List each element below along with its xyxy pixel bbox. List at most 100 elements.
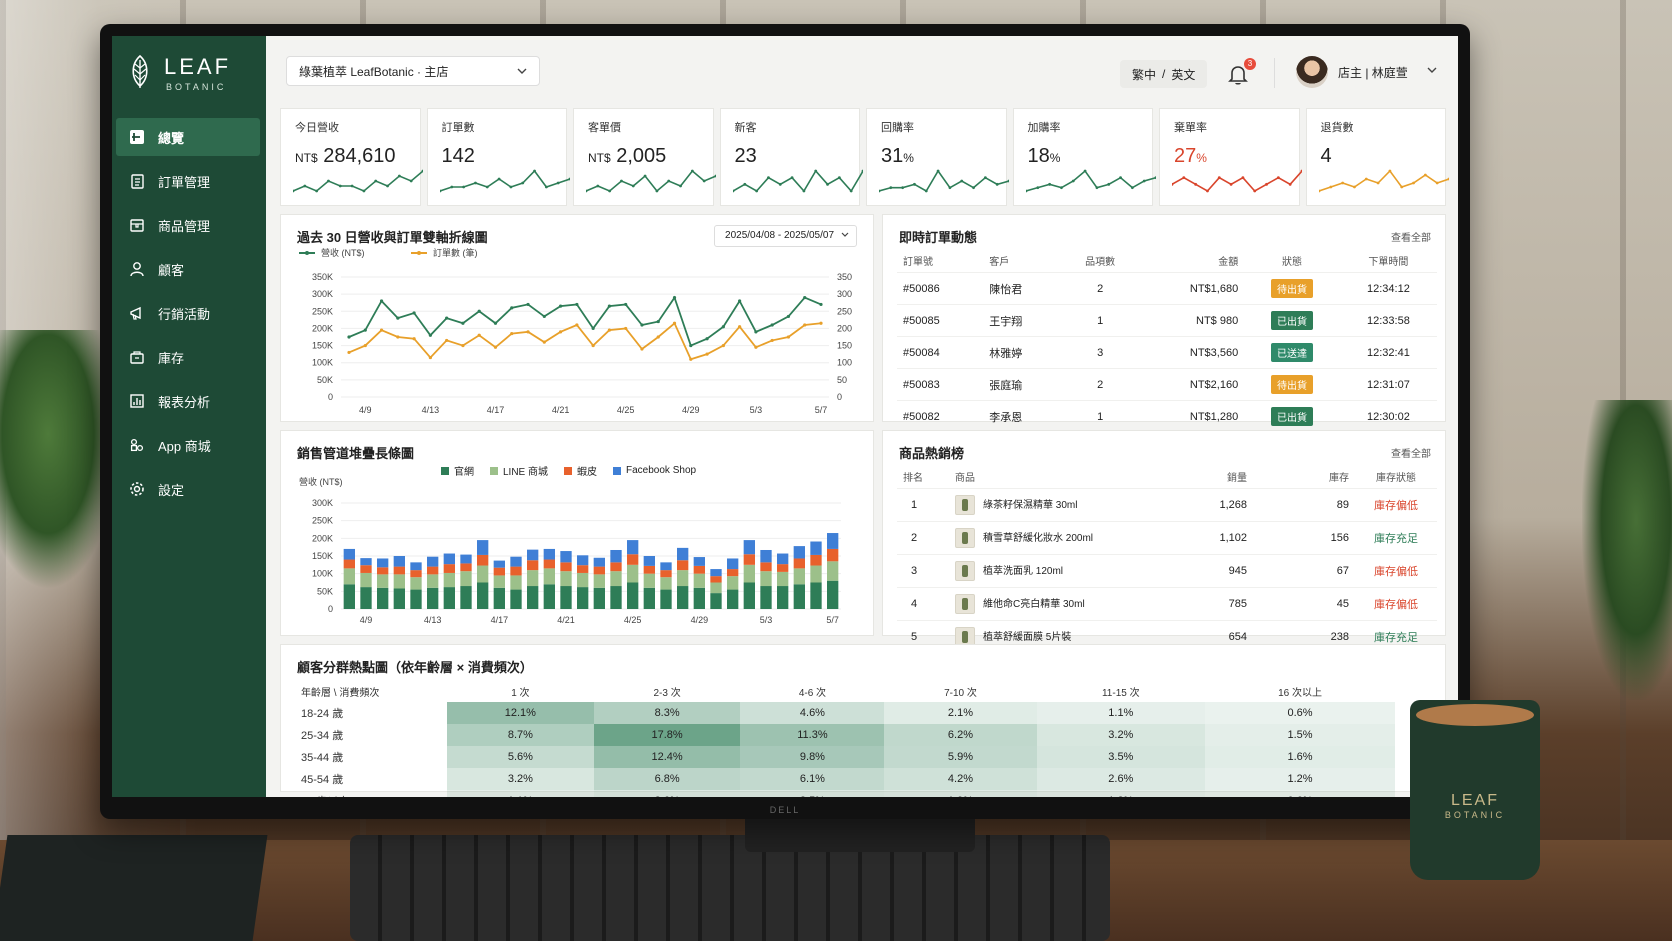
heatmap-cell[interactable]: 3.2%: [1036, 724, 1206, 746]
x-tick: 4/21: [557, 615, 575, 625]
product-name-cell[interactable]: 積雪草舒緩化妝水 200ml: [949, 521, 1171, 555]
table-row[interactable]: #50084 林雅婷 3 NT$3,560 已送達 12:32:41: [897, 336, 1437, 369]
kpi-card[interactable]: 今日營收 NT$ 284,610: [280, 108, 423, 206]
heatmap-cell[interactable]: 6.1%: [740, 768, 885, 790]
bar-segment-2: [643, 565, 655, 574]
heatmap-cell[interactable]: 4.6%: [740, 702, 885, 724]
heatmap-cell[interactable]: 8.7%: [447, 724, 594, 746]
language-switch[interactable]: 繁中 / 英文: [1120, 60, 1208, 88]
heatmap-row-label: 25-34 歲: [301, 730, 344, 742]
heatmap-cell[interactable]: 17.8%: [593, 724, 741, 746]
heatmap-cell[interactable]: 9.8%: [740, 746, 885, 768]
heatmap-cell[interactable]: 12.4%: [593, 746, 741, 768]
kpi-card[interactable]: 回購率 31%: [866, 108, 1009, 206]
sidebar-item-label: 總覽: [158, 130, 185, 146]
y-tick: 100K: [312, 569, 333, 579]
heatmap-cell[interactable]: 1.2%: [1036, 790, 1206, 797]
data-point: [607, 304, 612, 308]
table-row[interactable]: 1 綠茶籽保濕精華 30ml 1,268 89 庫存偏低: [897, 488, 1437, 522]
sidebar-item-2[interactable]: 商品管理: [116, 206, 260, 244]
sidebar-item-8[interactable]: 設定: [116, 470, 260, 508]
orders-view-all-link[interactable]: 查看全部: [1391, 229, 1431, 244]
product-name-cell[interactable]: 綠茶籽保濕精華 30ml: [949, 488, 1171, 522]
bar-segment-1: [560, 571, 572, 587]
avatar[interactable]: [1296, 56, 1328, 88]
revenue-legend: 營收 (NT$) 訂單數 (筆): [299, 247, 478, 258]
heatmap-cell[interactable]: 4.2%: [884, 768, 1037, 790]
store-selector[interactable]: 綠葉植萃 LeafBotanic · 主店: [286, 56, 540, 86]
sidebar-item-6[interactable]: 報表分析: [116, 382, 260, 420]
products-view-all-link[interactable]: 查看全部: [1391, 445, 1431, 460]
heatmap-cell[interactable]: 1.9%: [884, 790, 1037, 797]
heatmap-cell[interactable]: 2.5%: [740, 790, 885, 797]
order-id[interactable]: #50085: [897, 304, 984, 337]
heatmap-cell[interactable]: 6.8%: [593, 768, 741, 790]
order-id[interactable]: #50084: [897, 336, 984, 369]
sidebar-item-1[interactable]: 訂單管理: [116, 162, 260, 200]
bar-segment-3: [560, 551, 572, 563]
heatmap-cell[interactable]: 12.1%: [447, 702, 594, 724]
sidebar-item-3[interactable]: 顧客: [116, 250, 260, 288]
heatmap-cell[interactable]: 1.2%: [1205, 768, 1395, 790]
order-id[interactable]: #50082: [897, 400, 984, 433]
product-name-cell[interactable]: 維他命C亮白精華 30ml: [949, 587, 1171, 621]
lang-en[interactable]: 英文: [1171, 66, 1195, 83]
heatmap-cell[interactable]: 5.6%: [447, 746, 594, 768]
heatmap-cell[interactable]: 1.5%: [1205, 724, 1395, 746]
sparkline-point: [960, 179, 964, 183]
kpi-card[interactable]: 加購率 18%: [1012, 108, 1156, 206]
heatmap-cell[interactable]: 0.6%: [1205, 790, 1395, 797]
bar-segment-2: [677, 560, 689, 571]
heatmap-cell[interactable]: 8.3%: [593, 702, 741, 724]
kpi-card[interactable]: 客單價 NT$ 2,005: [573, 108, 716, 206]
order-id[interactable]: #50083: [897, 368, 984, 401]
kpi-card[interactable]: 退貨數 4: [1305, 108, 1449, 206]
sparkline-point: [1253, 189, 1257, 193]
kpi-suffix: %: [1049, 151, 1061, 165]
data-point: [738, 299, 742, 303]
sidebar-item-0[interactable]: 總覽: [116, 118, 260, 156]
chevron-down-icon[interactable]: [1426, 64, 1438, 76]
heatmap-cell[interactable]: 2.1%: [884, 702, 1037, 724]
heatmap-cell[interactable]: 1.6%: [1205, 746, 1395, 768]
heatmap-cell[interactable]: 2.6%: [593, 790, 741, 797]
user-name[interactable]: 店主 | 林庭萱: [1338, 64, 1408, 81]
sidebar-item-5[interactable]: 庫存: [116, 338, 260, 376]
bar-segment-2: [743, 554, 755, 565]
order-time: 12:31:07: [1339, 368, 1437, 401]
heatmap-cell[interactable]: 3.2%: [447, 768, 594, 790]
table-row[interactable]: #50082 李承恩 1 NT$1,280 已出貨 12:30:02: [897, 400, 1437, 433]
heatmap-row: 18-24 歲 12.1% 8.3% 4.6% 2.1% 1.1% 0.6%: [295, 702, 1395, 724]
heatmap-cell[interactable]: 0.6%: [1205, 702, 1395, 724]
table-row[interactable]: 2 積雪草舒緩化妝水 200ml 1,102 156 庫存充足: [897, 521, 1437, 555]
heatmap-cell[interactable]: 6.2%: [884, 724, 1037, 746]
lang-zh[interactable]: 繁中: [1132, 66, 1156, 83]
order-id[interactable]: #50086: [897, 272, 984, 305]
bar-segment-3: [727, 558, 739, 570]
heatmap-table: 年齡層 \ 消費頻次 1 次 2-3 次 4-6 次 7-10 次 11-15 次 16 …: [295, 681, 1395, 797]
heatmap-row-label: 35-44 歲: [301, 752, 344, 764]
table-row[interactable]: #50083 張庭瑜 2 NT$2,160 待出貨 12:31:07: [897, 368, 1437, 401]
bar-segment-1: [760, 571, 772, 587]
sparkline-point: [1047, 182, 1051, 186]
product-name-cell[interactable]: 植萃洗面乳 120ml: [949, 554, 1171, 588]
table-row[interactable]: #50085 王宇翔 1 NT$ 980 已出貨 12:33:58: [897, 304, 1437, 337]
kpi-card[interactable]: 棄單率 27%: [1159, 108, 1302, 206]
kpi-card[interactable]: 新客 23: [719, 108, 863, 206]
kpi-card[interactable]: 訂單數 142: [426, 108, 570, 206]
bar-segment-0: [827, 580, 839, 609]
products-header-row: 排名 商品 銷量 庫存 庫存狀態: [897, 465, 1437, 489]
table-row[interactable]: 3 植萃洗面乳 120ml 945 67 庫存偏低: [897, 554, 1437, 588]
heatmap-cell[interactable]: 1.1%: [447, 790, 594, 797]
table-row[interactable]: #50086 陳怡君 2 NT$1,680 待出貨 12:34:12: [897, 272, 1437, 305]
heatmap-cell[interactable]: 11.3%: [740, 724, 885, 746]
heatmap-cell[interactable]: 1.1%: [1036, 702, 1206, 724]
heatmap-cell[interactable]: 2.6%: [1036, 768, 1206, 790]
sidebar-item-7[interactable]: App 商城: [116, 426, 260, 464]
sparkline-point: [948, 186, 952, 190]
heatmap-cell[interactable]: 5.9%: [884, 746, 1037, 768]
sidebar-item-4[interactable]: 行銷活動: [116, 294, 260, 332]
table-row[interactable]: 4 維他命C亮白精華 30ml 785 45 庫存偏低: [897, 587, 1437, 621]
heatmap-cell[interactable]: 3.5%: [1036, 746, 1206, 768]
data-point: [412, 337, 416, 341]
